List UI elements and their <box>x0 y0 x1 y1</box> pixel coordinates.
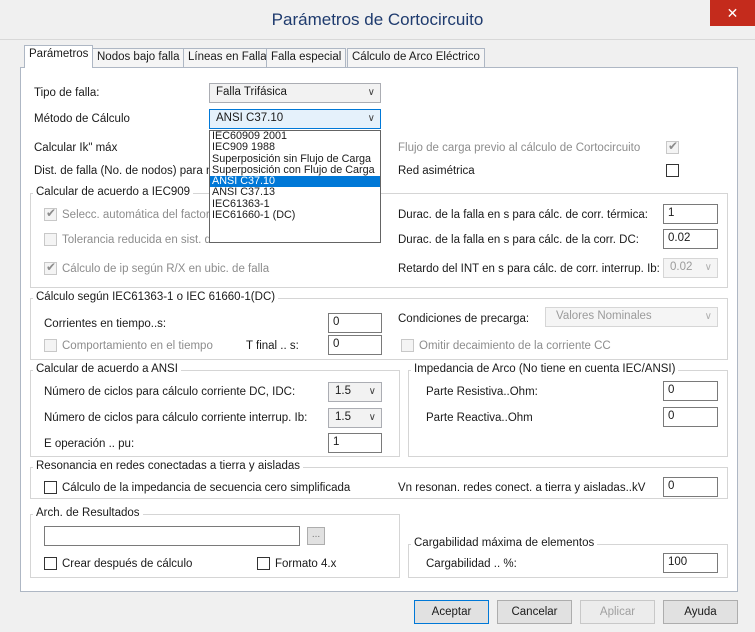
asymmetric-label: Red asimétrica <box>398 165 475 177</box>
interrupt-delay-select[interactable]: 0.02 ∨ <box>663 258 718 278</box>
tab-calculo-arco[interactable]: Cálculo de Arco Eléctrico <box>347 48 485 67</box>
iec61363-group-title: Cálculo según IEC61363-1 o IEC 61660-1(D… <box>33 291 279 303</box>
cycles-ib-value: 1.5 <box>335 411 351 423</box>
loadflow-checkbox[interactable]: ✔ <box>666 139 679 154</box>
auto-factor-label: Selecc. automática del factor c <box>62 209 219 221</box>
close-icon[interactable]: ✕ <box>710 0 755 26</box>
dropdown-option[interactable]: Superposición con Flujo de Carga <box>210 165 380 176</box>
fault-distance-label: Dist. de falla (No. de nodos) para mo <box>34 165 222 177</box>
checkmark-icon: ✔ <box>46 260 57 274</box>
vn-resonance-label: Vn resonan. redes conect. a tierra y ais… <box>398 482 646 494</box>
thermal-duration-label: Durac. de la falla en s para cálc. de co… <box>398 209 648 221</box>
format-4x-label: Formato 4.x <box>275 558 337 570</box>
checkmark-icon: ✔ <box>46 206 57 220</box>
apply-button[interactable]: Aplicar <box>580 600 655 624</box>
resistive-input[interactable]: 0 <box>663 381 718 401</box>
dropdown-option[interactable]: IEC61363-1 <box>210 199 380 210</box>
asymmetric-checkbox[interactable] <box>666 164 679 177</box>
help-button[interactable]: Ayuda <box>663 600 738 624</box>
ip-calc-label: Cálculo de ip según R/X en ubic. de fall… <box>62 263 270 275</box>
create-after-checkbox[interactable] <box>44 557 57 570</box>
dropdown-option[interactable]: Superposición sin Flujo de Carga <box>210 154 380 165</box>
preload-select[interactable]: Valores Nominales ∨ <box>545 307 718 327</box>
iec909-group-title: Calcular de acuerdo a IEC909 <box>33 186 194 198</box>
window-title: Parámetros de Cortocircuito <box>271 10 484 29</box>
thermal-duration-input[interactable]: 1 <box>663 204 718 224</box>
interrupt-delay-value: 0.02 <box>670 261 693 273</box>
results-group-title: Arch. de Resultados <box>33 507 143 519</box>
tab-nodos-bajo-falla[interactable]: Nodos bajo falla <box>92 48 185 67</box>
cancel-button[interactable]: Cancelar <box>497 600 572 624</box>
checkmark-icon: ✔ <box>668 139 679 153</box>
results-file-input[interactable] <box>44 526 300 546</box>
ik-max-label: Calcular Ik" máx <box>34 142 118 154</box>
chevron-down-icon: ∨ <box>367 87 375 98</box>
preload-label: Condiciones de precarga: <box>398 313 530 325</box>
chevron-down-icon: ∨ <box>368 386 376 397</box>
time-behavior-checkbox[interactable] <box>44 339 57 352</box>
accept-button[interactable]: Aceptar <box>414 600 489 624</box>
arc-impedance-group-title: Impedancia de Arco (No tiene en cuenta I… <box>411 363 679 375</box>
zero-sequence-checkbox[interactable] <box>44 481 57 494</box>
loadability-input[interactable]: 100 <box>663 553 718 573</box>
tab-falla-especial[interactable]: Falla especial <box>266 48 347 67</box>
cycles-dc-label: Número de ciclos para cálculo corriente … <box>44 386 296 398</box>
chevron-down-icon: ∨ <box>704 262 712 273</box>
e-operation-label: E operación .. pu: <box>44 438 135 450</box>
currents-time-label: Corrientes en tiempo..s: <box>44 318 167 330</box>
e-operation-input[interactable]: 1 <box>328 433 382 453</box>
cycles-ib-select[interactable]: 1.5 ∨ <box>328 408 382 428</box>
create-after-label: Crear después de cálculo <box>62 558 193 570</box>
title-bar: Parámetros de Cortocircuito ✕ <box>0 0 755 40</box>
dropdown-option[interactable]: IEC60909 2001 <box>210 131 380 142</box>
method-dropdown-list[interactable]: IEC60909 2001 IEC909 1988 Superposición … <box>209 130 381 243</box>
ip-calc-checkbox[interactable]: ✔ <box>44 260 57 275</box>
reduced-tolerance-label: Tolerancia reducida en sist. de <box>62 234 218 246</box>
browse-button[interactable]: ... <box>307 527 325 545</box>
method-value: ANSI C37.10 <box>216 112 284 124</box>
auto-factor-checkbox[interactable]: ✔ <box>44 206 57 221</box>
method-select[interactable]: ANSI C37.10 ∨ <box>209 109 381 129</box>
tab-lineas-en-falla[interactable]: Líneas en Falla <box>183 48 272 67</box>
currents-time-input[interactable]: 0 <box>328 313 382 333</box>
loadability-label: Cargabilidad .. %: <box>426 558 517 570</box>
dropdown-option-selected[interactable]: ANSI C37.10 <box>210 176 380 188</box>
tfinal-input[interactable]: 0 <box>328 335 382 355</box>
loadflow-label: Flujo de carga previo al cálculo de Cort… <box>398 142 641 154</box>
dropdown-option[interactable]: IEC909 1988 <box>210 142 380 153</box>
cycles-dc-value: 1.5 <box>335 385 351 397</box>
tab-parametros[interactable]: Parámetros <box>24 45 94 68</box>
method-label: Método de Cálculo <box>34 113 130 125</box>
loadability-group-title: Cargabilidad máxima de elementos <box>411 537 598 549</box>
chevron-down-icon: ∨ <box>368 412 376 423</box>
time-behavior-label: Comportamiento en el tiempo <box>62 340 213 352</box>
ansi-group-title: Calcular de acuerdo a ANSI <box>33 363 181 375</box>
cycles-dc-select[interactable]: 1.5 ∨ <box>328 382 382 402</box>
omit-dc-decay-label: Omitir decaimiento de la corriente CC <box>419 340 611 352</box>
omit-dc-decay-checkbox[interactable] <box>401 339 414 352</box>
preload-value: Valores Nominales <box>556 310 652 322</box>
dropdown-option[interactable]: ANSI C37.13 <box>210 187 380 198</box>
fault-type-value: Falla Trifásica <box>216 86 287 98</box>
chevron-down-icon: ∨ <box>704 311 712 322</box>
format-4x-checkbox[interactable] <box>257 557 270 570</box>
reactive-label: Parte Reactiva..Ohm <box>426 412 533 424</box>
cycles-ib-label: Número de ciclos para cálculo corriente … <box>44 412 308 424</box>
zero-sequence-label: Cálculo de la impedancia de secuencia ce… <box>62 482 351 494</box>
chevron-down-icon: ∨ <box>367 113 375 124</box>
dropdown-option[interactable]: IEC61660-1 (DC) <box>210 210 380 221</box>
interrupt-delay-label: Retardo del INT en s para cálc. de corr.… <box>398 263 660 275</box>
reactive-input[interactable]: 0 <box>663 407 718 427</box>
dc-duration-input[interactable]: 0.02 <box>663 229 718 249</box>
dc-duration-label: Durac. de la falla en s para cálc. de la… <box>398 234 639 246</box>
fault-type-select[interactable]: Falla Trifásica ∨ <box>209 83 381 103</box>
fault-type-label: Tipo de falla: <box>34 87 100 99</box>
resistive-label: Parte Resistiva..Ohm: <box>426 386 538 398</box>
resonance-group-title: Resonancia en redes conectadas a tierra … <box>33 460 304 472</box>
vn-resonance-input[interactable]: 0 <box>663 477 718 497</box>
tfinal-label: T final .. s: <box>246 340 299 352</box>
reduced-tolerance-checkbox[interactable] <box>44 233 57 246</box>
